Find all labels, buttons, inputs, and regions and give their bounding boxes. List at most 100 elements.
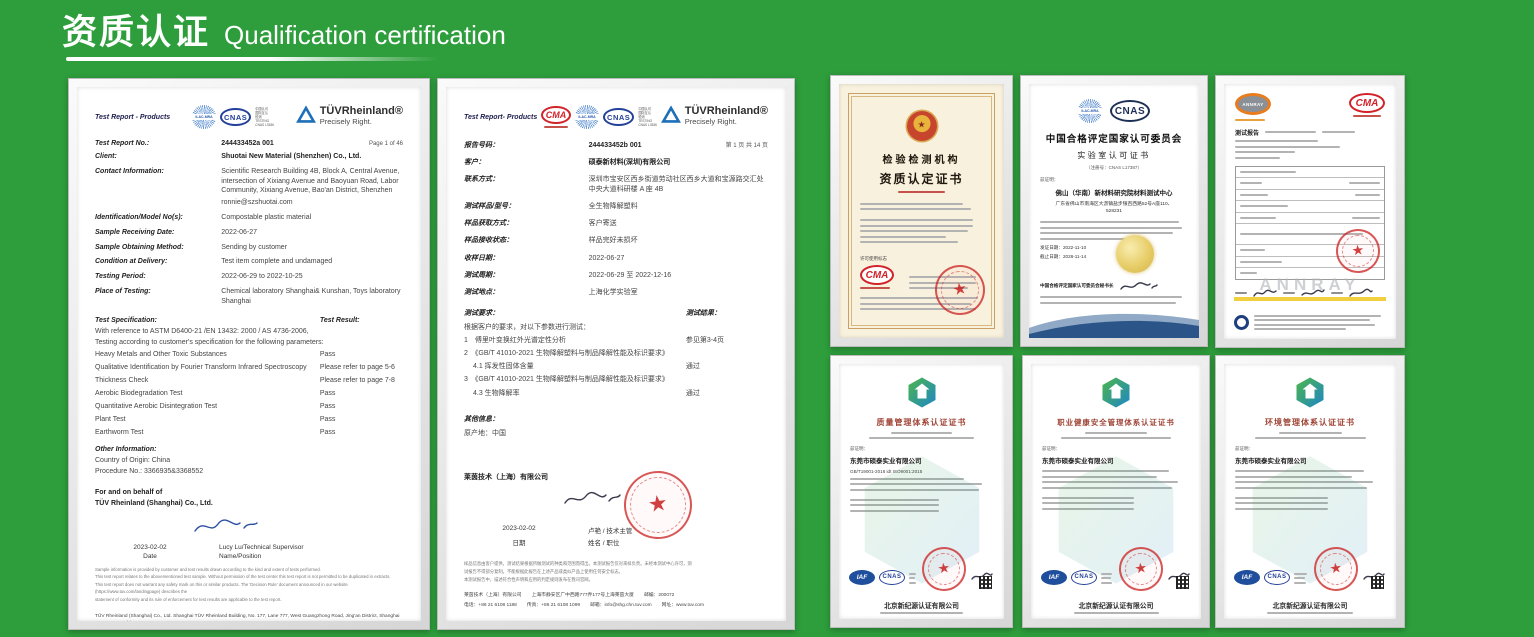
doc-type-label: Test Report - Products [95,114,170,121]
text-line [1349,182,1380,184]
cnas-certificate-paper: ILAC-MRA CNAS 中国合格评定国家认可委员会 实验室认可证书 （注册号… [1029,84,1199,338]
certificate-cma-qualification: 检验检测机构 资质认定证书 许可使用标志 CMA [830,75,1013,347]
cnas-icon: CNAS [220,108,251,126]
tuv-brand-name: TÜVRheinland® [685,105,768,117]
blue-ribbon-decoration [1029,308,1199,338]
test-row: Earthworm TestPass [95,428,403,437]
text-line [1240,249,1265,251]
accreditation-logos: ILAC-MRA CNAS 中国认可 国际互认 检测 TESTING CNAS … [192,105,274,129]
title-underline-decoration [66,57,438,61]
other-info-line: Country of Origin: China [95,457,403,464]
prove-label: 兹证明： [850,446,993,452]
logos-stamp-row: IAF CNAS [849,563,994,591]
tuv-triangle-icon [296,105,316,124]
other-info-label: Other Information: [95,446,403,453]
accreditation-body-name: 中国合格评定国家认可委员会 [1040,131,1188,145]
date-stamp-block [909,273,983,290]
ilac-mra-label: ILAC-MRA [1078,108,1102,114]
text-line [1101,577,1111,579]
test-row: Qualitative Identification by Fourier Tr… [95,363,403,372]
field-row: 测试样品/型号：全生物降解塑料 [464,202,768,212]
text-line [1240,171,1296,173]
environmental-cert-paper: 环境管理体系认证证书 兹证明： 东莞市硕泰实业有限公司 IAF CNAS 北京新… [1224,364,1396,619]
cma-certificate-paper: 检验检测机构 资质认定证书 许可使用标志 CMA [839,84,1004,338]
issuer-name: 北京新纪源认证有限公司 [839,600,1004,610]
behalf-block: For and on behalf of TÜV Rheinland (Shan… [95,487,403,509]
ilac-mra-icon: ILAC-MRA [1078,99,1102,123]
report-number-row: 报告号码： 244433452b 001 第 1 页 共 14 页 [464,140,768,150]
registration-number: （注册号：CNAS L17387） [1040,165,1188,171]
tuv-chinese-report-paper: Test Report- Products CMA ILAC-MRA CNAS … [446,87,786,621]
brand-subline [1235,119,1265,121]
text-line [1235,151,1295,153]
tuv-tagline: Precisely Right. [685,117,768,126]
table-row [1236,189,1384,201]
spec-result-header: Test Specification: Test Result: [95,317,403,324]
text-line [860,241,958,243]
table-row [1236,167,1384,178]
text-line [1240,217,1276,219]
prove-label: 兹证明： [1235,446,1385,452]
text-line [1040,232,1173,234]
issuer-name: 北京新纪源认证有限公司 [1031,600,1201,610]
disclaimer: 样品信息由客户提供。测试结果根据所做测试的种类和范围而得出。本测试报告仅对来样负… [464,561,768,584]
report-number-row: Test Report No.: 244433452a 001 Page 1 o… [95,140,403,147]
cma-logo-block: CMA [541,106,571,128]
yellow-highlight-bar [1234,297,1386,301]
text-line [1294,577,1305,579]
footer-lines [1254,313,1386,331]
issue-date: 发证日期：2022-11-10 [1040,245,1188,251]
test-row: Aerobic Biodegradation TestPass [95,389,403,398]
ilac-mra-label: ILAC-MRA [575,114,599,120]
text-line [1040,221,1179,223]
report-footer: TÜV Rheinland (Shanghai) Co., Ltd. Shang… [95,613,403,621]
table-row [1236,177,1384,189]
cma-number-line [544,126,568,128]
text-line [860,236,946,238]
test-row: 1 傅里叶变换红外光谱定性分析参见第3-4页 [464,336,768,345]
ilac-mra-icon: ILAC-MRA [192,105,216,129]
test-row: Thickness CheckPlease refer to page 7-8 [95,376,403,385]
report-footer: 莱茵技术（上海）有限公司 上海市静安区广中西路777弄177号上海莱茵大厦 邮编… [464,592,768,608]
qr-code [1371,576,1384,589]
certificate-annray-test-report: ANNRAY CMA 测试报告 [1215,75,1405,348]
iaf-icon: IAF [1041,570,1067,585]
cma-icon: CMA [541,106,571,124]
national-emblem-icon [907,111,937,141]
ohs-cert-paper: 职业健康安全管理体系认证证书 兹证明： 东莞市硕泰实业有限公司 IAF CNAS… [1031,364,1201,619]
quality-cert-paper: 质量管理体系认证证书 兹证明： 东莞市硕泰实业有限公司 GB/T19001-20… [839,364,1004,619]
prove-label: 兹证明： [1040,177,1188,183]
text-line [1352,217,1380,219]
certificate-holder: 佛山（华南）新材料研究院材料测试中心 [1040,187,1188,197]
certificate-ohs-management: 职业健康安全管理体系认证证书 兹证明： 东莞市硕泰实业有限公司 IAF CNAS… [1022,355,1210,628]
text-line [860,219,973,221]
test-row: 3 《GB/T 41010-2021 生物降解塑料与制品降解性能及标识要求》 [464,375,768,384]
issuer-subline [1267,612,1353,614]
tuv-english-report-paper: Test Report - Products ILAC-MRA CNAS 中国认… [77,87,421,621]
behalf-block: 莱茵技术（上海）有限公司 [464,472,768,483]
tuv-brand-name: TÜVRheinland® [320,105,403,117]
text-line [860,208,971,210]
cert-title: 质量管理体系认证证书 [850,417,993,428]
license-mark-block: 许可使用标志 CMA [860,256,894,289]
field-row: Sample Receiving Date:2022-06-27 [95,228,403,238]
doc-type-label: Test Report- Products [464,114,537,121]
text-line [860,203,963,205]
handwritten-signature [190,516,260,536]
text-line [1255,437,1366,439]
tuv-tagline: Precisely Right. [320,117,403,126]
field-row: Identification/Model No(s):Compostable p… [95,213,403,223]
section-header: 资质认证 Qualification certification [62,4,506,55]
field-row: 客户：硕泰新材料(深圳)有限公司 [464,158,768,168]
cma-icon: CMA [860,265,894,285]
field-row: Sample Obtaining Method:Sending by custo… [95,243,403,253]
cert-number-line [1085,432,1147,434]
text-line [869,437,975,439]
gold-inner-border: 检验检测机构 资质认定证书 许可使用标志 CMA [848,93,995,329]
cnas-icon: CNAS [1264,570,1290,585]
dates-and-seal: 发证日期：2022-11-10 截止日期：2028-11-14 [1040,245,1188,279]
tuv-logo-text: TÜVRheinland® Precisely Right. [320,105,403,126]
field-row: Condition at Delivery:Test item complete… [95,257,403,267]
cert-number-line [1279,432,1342,434]
field-row: 测试周期：2022-06-29 至 2022-12-16 [464,271,768,281]
